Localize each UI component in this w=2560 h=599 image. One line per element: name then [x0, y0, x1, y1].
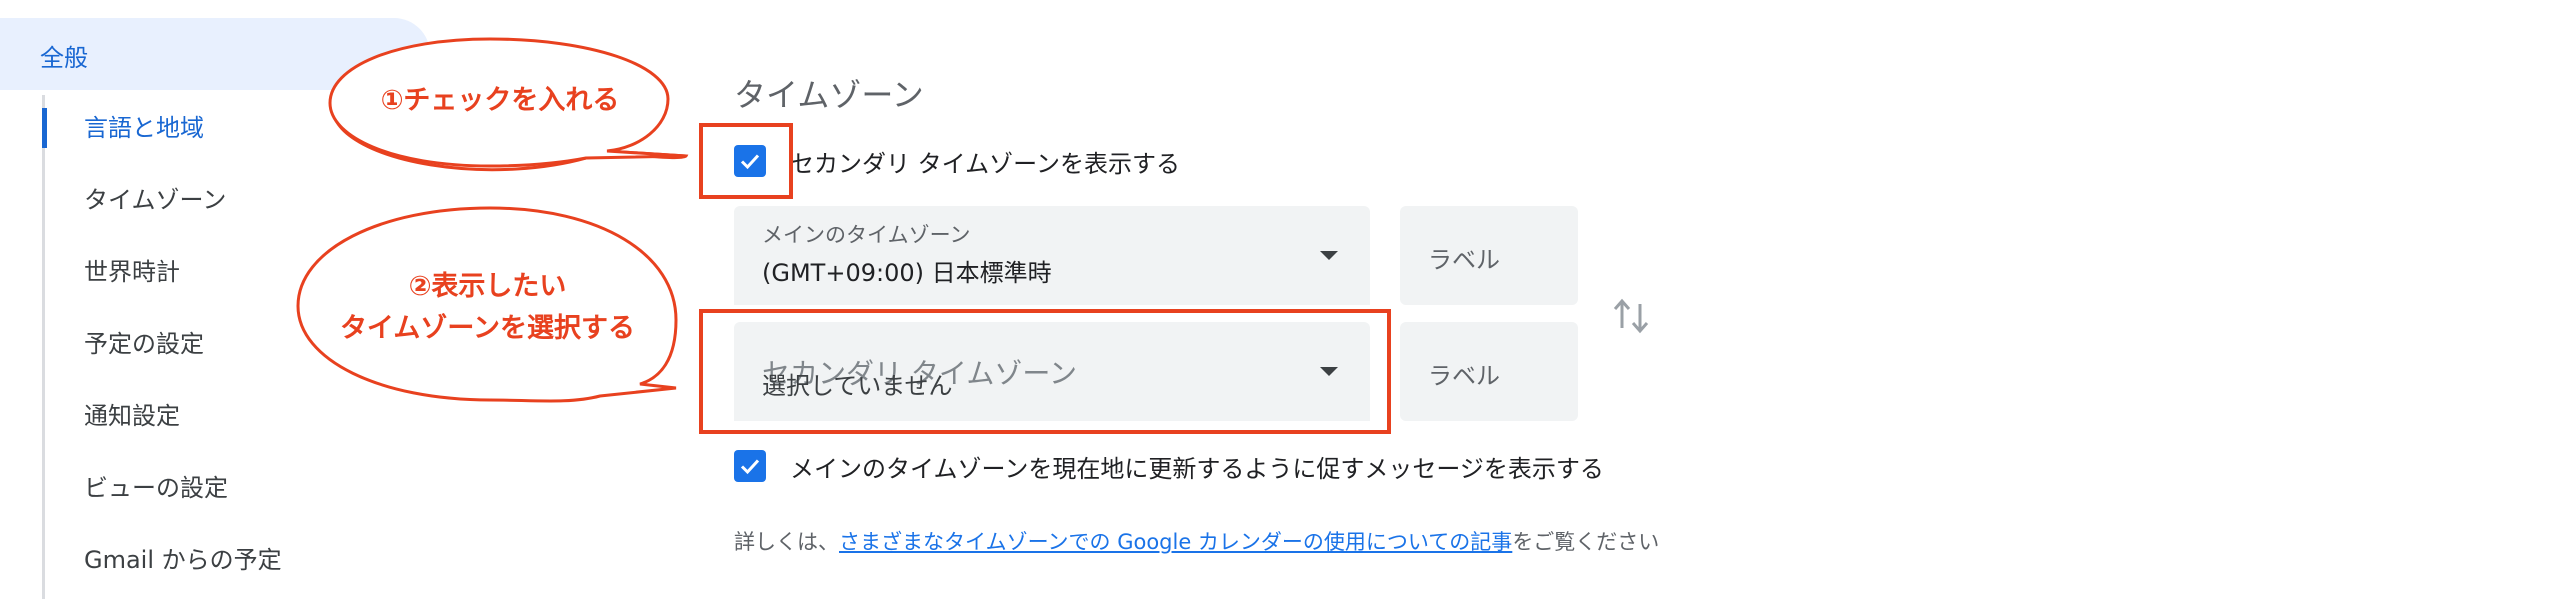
- help-article-link[interactable]: さまざまなタイムゾーンでの Google カレンダーの使用についての記事: [839, 530, 1512, 554]
- sidebar-item-events-from-gmail[interactable]: Gmail からの予定: [84, 540, 282, 580]
- help-text: 詳しくは、さまざまなタイムゾーンでの Google カレンダーの使用についての記…: [734, 526, 1659, 556]
- sidebar-item-notification-settings[interactable]: 通知設定: [84, 396, 180, 436]
- primary-timezone-label-field[interactable]: ラベル: [1400, 206, 1578, 305]
- sidebar-rail: [42, 95, 45, 599]
- annotation-highlight-secondary-select: [699, 309, 1391, 434]
- section-title: タイムゾーン: [734, 76, 924, 114]
- primary-timezone-select-label: メインのタイムゾーン: [762, 223, 971, 247]
- annotation-step2-line2: タイムゾーンを選択する: [339, 313, 636, 344]
- sidebar-item-world-clock[interactable]: 世界時計: [84, 252, 180, 292]
- sidebar-item-view-settings[interactable]: ビューの設定: [84, 468, 228, 508]
- annotation-highlight-checkbox: [699, 123, 793, 199]
- secondary-timezone-label-placeholder: ラベル: [1428, 362, 1500, 390]
- annotation-step1-text: ①チェックを入れる: [380, 85, 620, 116]
- swap-timezones-icon[interactable]: [1612, 294, 1652, 338]
- primary-timezone-select[interactable]: メインのタイムゾーン (GMT+09:00) 日本標準時: [734, 206, 1370, 305]
- secondary-timezone-checkbox-label: セカンダリ タイムゾーンを表示する: [790, 150, 1180, 178]
- update-timezone-prompt-checkbox[interactable]: [734, 450, 766, 482]
- update-timezone-prompt-label: メインのタイムゾーンを現在地に更新するように促すメッセージを表示する: [790, 455, 1604, 483]
- sidebar-item-event-settings[interactable]: 予定の設定: [84, 324, 204, 364]
- help-text-prefix: 詳しくは、: [734, 530, 839, 554]
- check-icon: [740, 459, 760, 475]
- sidebar-item-language-region[interactable]: 言語と地域: [84, 108, 204, 148]
- secondary-timezone-label-field[interactable]: ラベル: [1400, 322, 1578, 421]
- sidebar-item-general-label: 全般: [40, 44, 88, 72]
- sidebar-item-time-zone[interactable]: タイムゾーン: [84, 180, 226, 220]
- primary-timezone-label-placeholder: ラベル: [1428, 246, 1500, 274]
- sidebar-active-indicator: [42, 108, 47, 148]
- annotation-step2-line1: ②表示したい: [408, 271, 567, 302]
- help-text-suffix: をご覧ください: [1512, 530, 1660, 554]
- primary-timezone-select-value: (GMT+09:00) 日本標準時: [762, 259, 1052, 287]
- dropdown-arrow-icon: [1320, 251, 1338, 260]
